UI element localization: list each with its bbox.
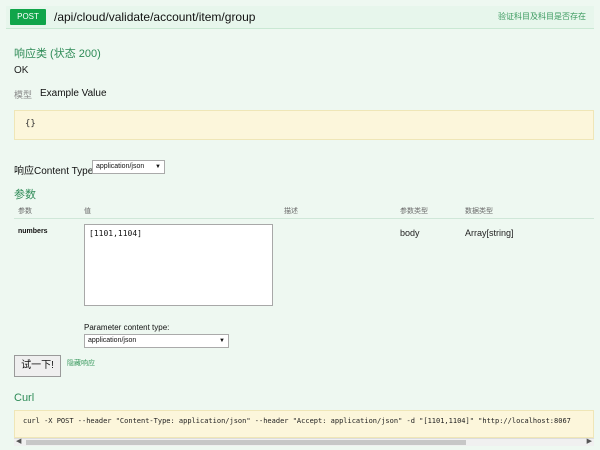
response-sample: {}	[14, 110, 594, 140]
scrollbar-thumb[interactable]	[26, 440, 466, 445]
operation-summary[interactable]: 验证科目及科目是否存在	[498, 11, 586, 23]
curl-command: curl -X POST --header "Content-Type: app…	[23, 417, 571, 425]
parameter-content-type-value: application/json	[88, 337, 137, 344]
param-location: body	[400, 228, 420, 238]
curl-horizontal-scrollbar[interactable]: ◀ ▶	[14, 438, 594, 446]
parameter-content-type-select[interactable]: application/json ▼	[84, 334, 229, 348]
example-value-tab[interactable]: Example Value	[40, 88, 107, 99]
arrow-left-icon[interactable]: ◀	[16, 437, 21, 445]
http-method-badge[interactable]: POST	[10, 9, 46, 25]
operation-panel: POST /api/cloud/validate/account/item/gr…	[0, 0, 600, 450]
hide-response-link[interactable]: 隐藏响应	[67, 358, 95, 368]
response-class-title: 响应类 (状态 200)	[14, 48, 101, 60]
model-tab[interactable]: 模型	[14, 88, 32, 101]
param-data-type: Array[string]	[465, 228, 514, 238]
param-name: numbers	[18, 228, 48, 235]
chevron-down-icon: ▼	[155, 164, 161, 170]
response-sample-code: {}	[25, 119, 36, 129]
try-it-out-button[interactable]: 试一下!	[14, 355, 61, 377]
parameters-table-header: 参数 值 描述 参数类型 数据类型	[14, 204, 594, 219]
col-header-description: 描述	[284, 208, 298, 215]
param-value-textarea[interactable]: [1101,1104]	[84, 224, 273, 306]
parameters-title: 参数	[14, 189, 36, 201]
response-content-type-select[interactable]: application/json ▼	[92, 160, 165, 174]
curl-title: Curl	[14, 392, 35, 404]
operation-header[interactable]: POST /api/cloud/validate/account/item/gr…	[6, 6, 594, 29]
response-content-type-label: 响应Content Type	[14, 166, 94, 177]
arrow-right-icon[interactable]: ▶	[587, 437, 592, 445]
chevron-down-icon: ▼	[219, 338, 225, 344]
curl-command-box: curl -X POST --header "Content-Type: app…	[14, 410, 594, 438]
endpoint-path[interactable]: /api/cloud/validate/account/item/group	[54, 9, 255, 25]
col-header-data-type: 数据类型	[465, 208, 493, 215]
response-status-text: OK	[14, 65, 29, 76]
parameter-content-type-label: Parameter content type:	[84, 323, 170, 332]
col-header-name: 参数	[18, 208, 32, 215]
col-header-value: 值	[84, 208, 91, 215]
col-header-param-type: 参数类型	[400, 208, 428, 215]
response-content-type-value: application/json	[96, 163, 145, 170]
